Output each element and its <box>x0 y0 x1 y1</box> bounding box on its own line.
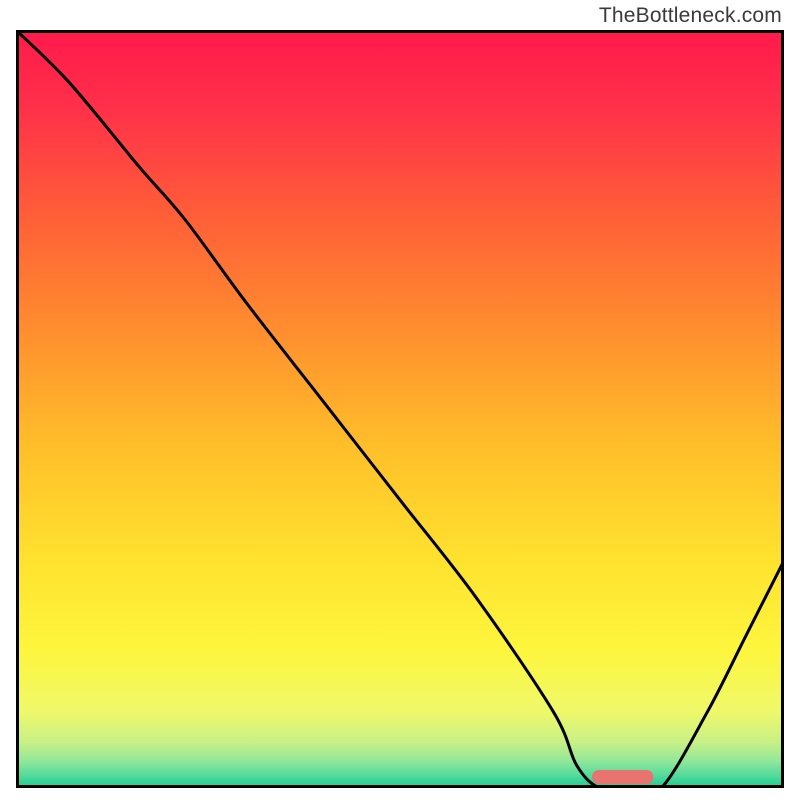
watermark-text: TheBottleneck.com <box>599 4 782 28</box>
chart-container: TheBottleneck.com <box>0 0 800 800</box>
optimal-marker <box>592 770 653 784</box>
gradient-background <box>16 30 784 788</box>
bottleneck-chart <box>16 30 784 788</box>
